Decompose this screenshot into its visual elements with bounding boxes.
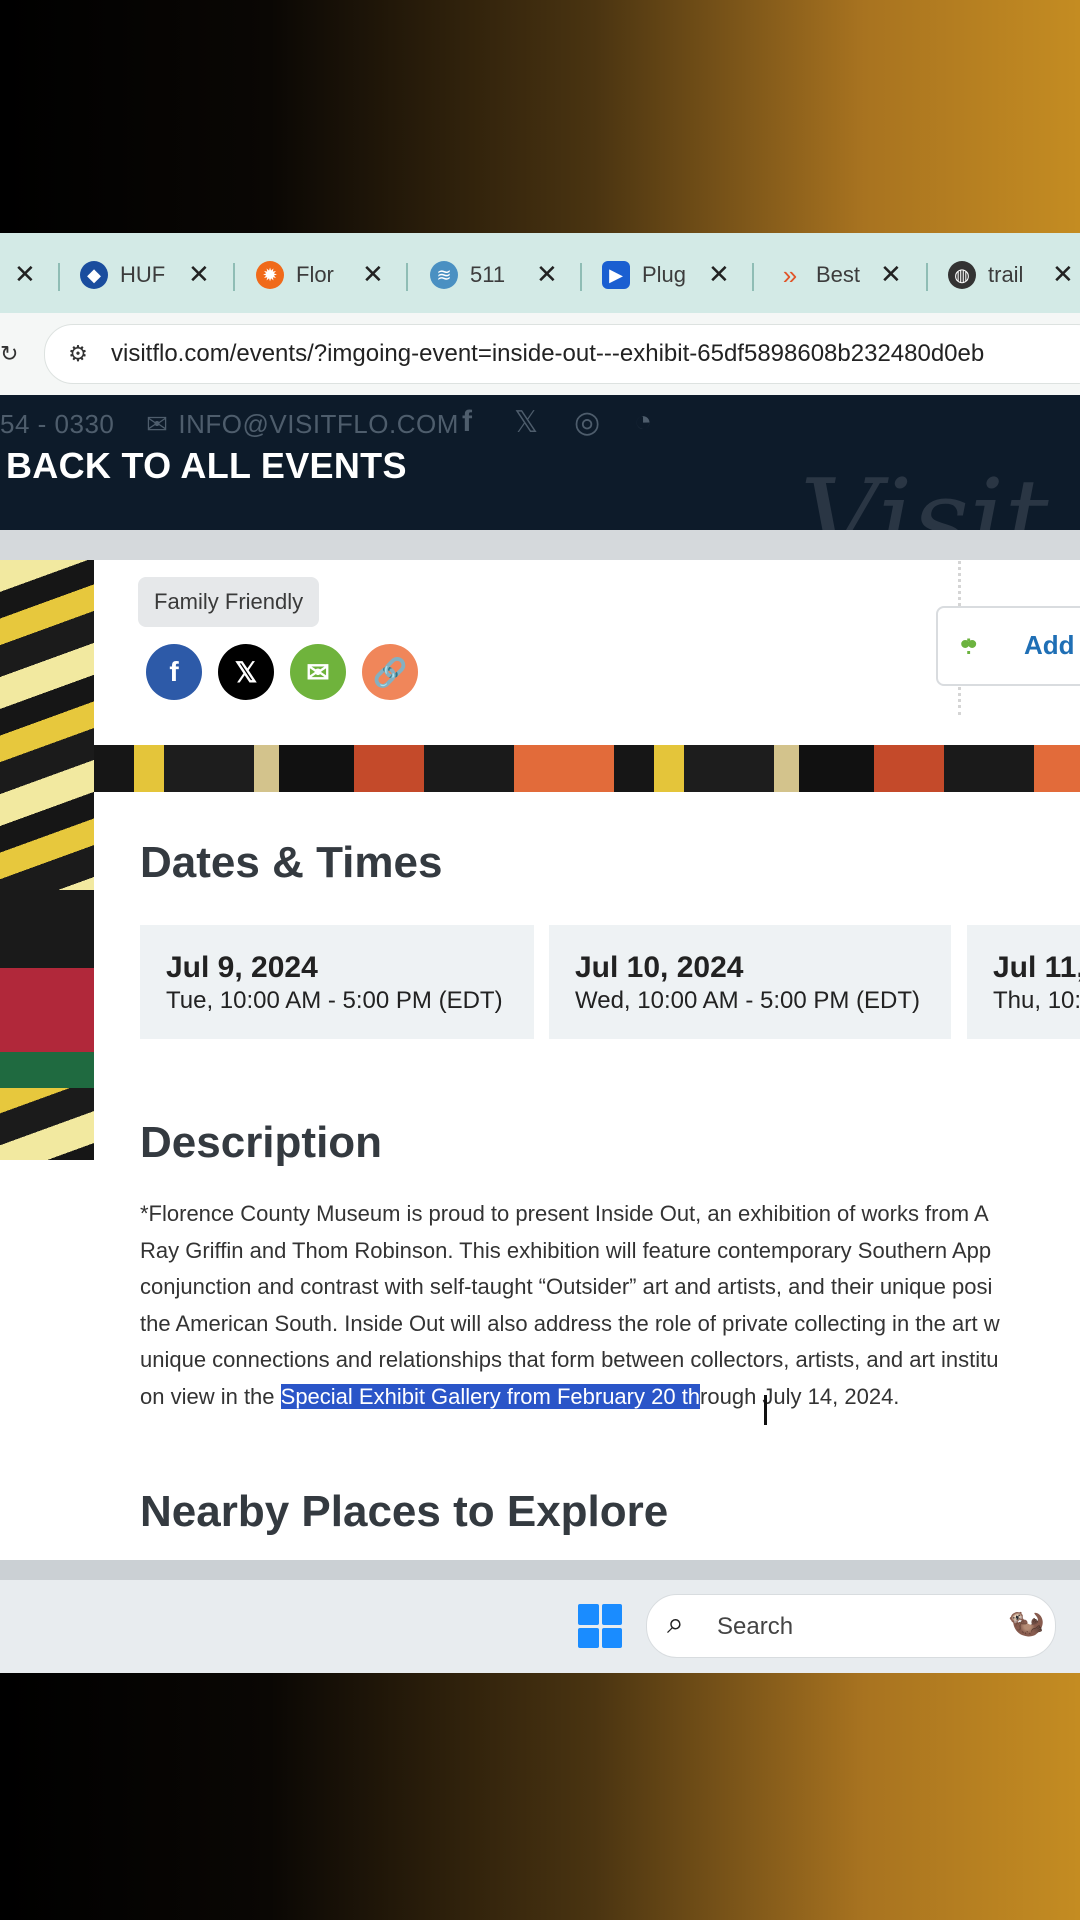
tab-trail[interactable]: ◍ trail xyxy=(948,255,1034,295)
date-label: Jul 11, xyxy=(993,951,1080,984)
tab-title: Flor xyxy=(296,262,334,287)
email-share-icon[interactable]: ✉ xyxy=(290,644,346,700)
description-text[interactable]: *Florence County Museum is proud to pres… xyxy=(140,1196,1080,1415)
reload-icon[interactable]: ↻ xyxy=(0,341,18,367)
noaa-icon: ◆ xyxy=(80,261,108,289)
tab-separator xyxy=(233,263,235,291)
event-hero-image xyxy=(0,560,94,1160)
time-label: Tue, 10:00 AM - 5:00 PM (EDT) xyxy=(166,987,503,1014)
description-line: *Florence County Museum is proud to pres… xyxy=(140,1201,989,1226)
globe-icon: ◍ xyxy=(948,261,976,289)
tab-separator xyxy=(926,263,928,291)
close-icon[interactable]: ✕ xyxy=(880,259,902,290)
x-icon[interactable]: 𝕏 xyxy=(514,405,538,440)
dates-times-heading: Dates & Times xyxy=(140,838,443,887)
rss-icon[interactable]: ◔ xyxy=(634,405,652,439)
add-to-trip-button[interactable]: •:• Add xyxy=(936,606,1080,686)
tab-best[interactable]: » Best xyxy=(776,255,862,295)
route-icon: •:• xyxy=(960,628,978,661)
close-icon[interactable]: ✕ xyxy=(536,259,558,290)
facebook-icon[interactable]: f xyxy=(462,405,472,439)
tab-title: Plug xyxy=(642,262,687,287)
search-placeholder: Search xyxy=(717,1613,794,1640)
date-card[interactable]: Jul 9, 2024 Tue, 10:00 AM - 5:00 PM (EDT… xyxy=(140,925,534,1039)
site-header: Visit 54 - 0330 ✉ INFO@VISITFLO.COM f 𝕏 ◎… xyxy=(0,395,1080,530)
tab-separator xyxy=(580,263,582,291)
contact-line: 54 - 0330 ✉ INFO@VISITFLO.COM xyxy=(0,409,469,440)
x-share-icon[interactable]: 𝕏 xyxy=(218,644,274,700)
link-share-icon[interactable]: 🔗 xyxy=(362,644,418,700)
mail-icon: ✉ xyxy=(146,409,169,439)
tab-title: trail xyxy=(988,262,1024,287)
close-icon[interactable]: ✕ xyxy=(362,259,384,290)
description-heading: Description xyxy=(140,1118,383,1167)
tab-separator xyxy=(752,263,754,291)
description-text-before: on view in the xyxy=(140,1383,281,1409)
time-label: Wed, 10:00 AM - 5:00 PM (EDT) xyxy=(575,987,921,1014)
tag-family-friendly[interactable]: Family Friendly xyxy=(138,577,320,627)
road-icon: ≋ xyxy=(430,261,458,289)
browser-window: ✕ ◆ HUF ✕ ✹ Flor ✕ ≋ 511 ✕ ▶ Plug ✕ » Be… xyxy=(0,233,1080,1673)
date-card[interactable]: Jul 11, Thu, 10: xyxy=(967,925,1080,1039)
arrow-icon: » xyxy=(782,259,798,290)
plugin-icon: ▶ xyxy=(602,261,630,289)
close-icon[interactable]: ✕ xyxy=(188,259,210,290)
description-text-after: rough July 14, 2024. xyxy=(700,1383,900,1409)
text-cursor-icon xyxy=(764,1395,767,1425)
phone-text[interactable]: 54 - 0330 xyxy=(0,409,114,439)
date-label: Jul 10, 2024 xyxy=(575,951,744,984)
back-to-all-events-link[interactable]: BACK TO ALL EVENTS xyxy=(6,445,407,487)
tab-separator xyxy=(406,263,408,291)
tab-plug[interactable]: ▶ Plug xyxy=(602,255,688,295)
tab-strip: ✕ ◆ HUF ✕ ✹ Flor ✕ ≋ 511 ✕ ▶ Plug ✕ » Be… xyxy=(0,233,1080,313)
tab-huf[interactable]: ◆ HUF xyxy=(80,255,166,295)
page-gutter xyxy=(0,530,1080,560)
taskbar-search[interactable]: ⌕ Search 🦦 xyxy=(646,1594,1056,1658)
nearby-places-heading: Nearby Places to Explore xyxy=(140,1487,669,1536)
tab-separator xyxy=(58,263,60,291)
tab-511[interactable]: ≋ 511 xyxy=(430,255,516,295)
address-bar[interactable]: ⚙ visitflo.com/events/?imgoing-event=ins… xyxy=(44,324,1080,384)
description-line: on view in the Special Exhibit Gallery f… xyxy=(140,1379,1080,1416)
close-icon[interactable]: ✕ xyxy=(1052,259,1074,290)
windows-start-icon[interactable] xyxy=(578,1604,622,1648)
description-line: Ray Griffin and Thom Robinson. This exhi… xyxy=(140,1237,992,1263)
site-logo-watermark: Visit xyxy=(800,455,1049,530)
url-text[interactable]: visitflo.com/events/?imgoing-event=insid… xyxy=(111,340,984,368)
search-icon: ⌕ xyxy=(667,1607,684,1640)
search-highlight-icon: 🦦 xyxy=(1007,1606,1045,1639)
description-line: unique connections and relationships tha… xyxy=(140,1347,999,1372)
description-line: conjunction and contrast with self-taugh… xyxy=(140,1274,993,1299)
site-settings-icon[interactable]: ⚙ xyxy=(63,339,93,369)
time-label: Thu, 10: xyxy=(993,987,1080,1014)
facebook-share-icon[interactable]: f xyxy=(146,644,202,700)
taskbar-gap xyxy=(0,1560,1080,1580)
close-icon[interactable]: ✕ xyxy=(14,259,36,290)
add-button-label: Add xyxy=(1024,630,1075,660)
event-hero-image-strip xyxy=(94,745,1080,792)
tab-title: 511 xyxy=(470,262,506,287)
email-link[interactable]: INFO@VISITFLO.COM xyxy=(178,409,458,439)
selected-text[interactable]: Special Exhibit Gallery from February 20… xyxy=(280,1383,701,1409)
description-line: the American South. Inside Out will also… xyxy=(140,1310,1000,1336)
sun-icon: ✹ xyxy=(256,261,284,289)
tab-title: HUF xyxy=(120,262,166,287)
close-icon[interactable]: ✕ xyxy=(708,259,730,290)
taskbar: ⌕ Search 🦦 xyxy=(0,1580,1080,1673)
address-bar-row: ↻ ⚙ visitflo.com/events/?imgoing-event=i… xyxy=(0,313,1080,395)
tab-flor[interactable]: ✹ Flor xyxy=(256,255,342,295)
tab-title: Best xyxy=(816,262,861,287)
instagram-icon[interactable]: ◎ xyxy=(574,405,600,440)
date-card[interactable]: Jul 10, 2024 Wed, 10:00 AM - 5:00 PM (ED… xyxy=(549,925,951,1039)
date-label: Jul 9, 2024 xyxy=(166,951,318,984)
